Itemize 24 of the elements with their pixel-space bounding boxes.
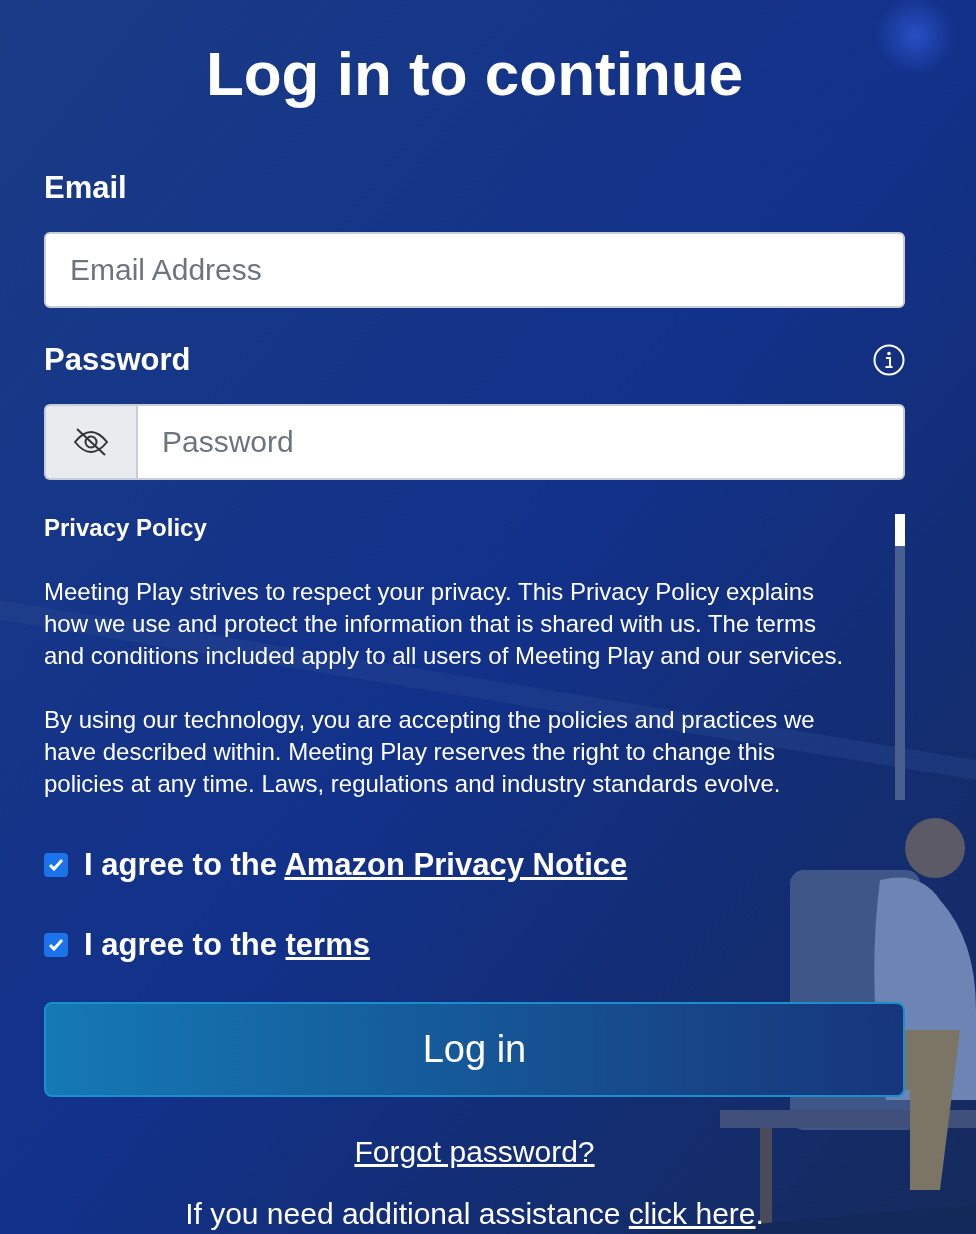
agreement-label: I agree to the terms <box>84 927 370 963</box>
email-field[interactable]: Email Address <box>44 232 905 308</box>
field-label: Email <box>44 170 127 206</box>
eye-slash-icon <box>72 426 110 458</box>
agreement-link[interactable]: terms <box>285 927 370 962</box>
forgot-password-link[interactable]: Forgot password? <box>354 1135 595 1169</box>
checkbox[interactable] <box>44 933 68 957</box>
policy-heading: Privacy Policy <box>44 513 208 543</box>
assistance-text: If you need additional assistance click here. <box>185 1197 764 1231</box>
agreement-link[interactable]: Amazon Privacy Notice <box>284 847 628 882</box>
checkbox[interactable] <box>44 853 68 877</box>
help-link[interactable]: click here <box>628 1197 756 1230</box>
login-button[interactable]: Log in <box>44 1002 905 1097</box>
policy-paragraph: Meeting Play strives to respect your privacy. This Privacy Policy explains how we use and protect the information that is shared with us. The terms and conditions included apply to all users of Meeting Play and our services. <box>44 577 845 671</box>
eye-toggle-button[interactable] <box>44 404 136 480</box>
scrollbar[interactable] <box>895 514 905 800</box>
info-icon[interactable] <box>873 344 905 376</box>
password-field[interactable]: Password <box>136 404 905 480</box>
check-icon <box>48 938 64 952</box>
check-icon <box>48 858 64 872</box>
field-label: Password <box>44 342 191 378</box>
policy-paragraph: By using our technology, you are accepting the policies and practices we have described within. Meeting Play reserves the right to change this policies at any time. Laws, regulations and industry standards evolve. <box>44 705 816 799</box>
page-title: Log in to continue <box>204 38 745 110</box>
agreement-label: I agree to the Amazon Privacy Notice <box>84 847 628 883</box>
